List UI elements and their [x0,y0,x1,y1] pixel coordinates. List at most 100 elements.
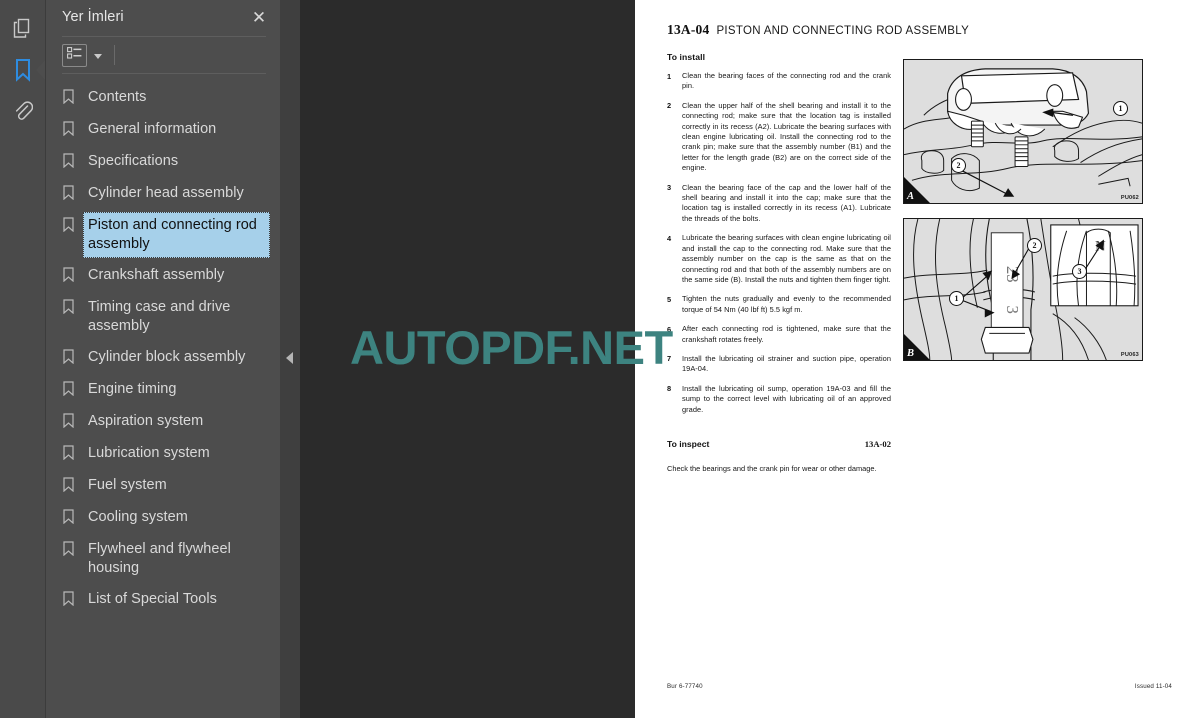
list-item-label: Piston and connecting rod assembly [83,212,270,258]
list-item[interactable]: Cylinder head assembly [46,180,280,208]
instruction-step: 1 Clean the bearing faces of the connecti… [667,71,891,92]
list-options-button[interactable] [62,43,87,67]
list-item[interactable]: Cooling system [46,504,280,532]
list-item[interactable]: Specifications [46,148,280,176]
bookmark-list[interactable]: Contents General information Specification… [46,74,280,718]
step-text: Clean the upper half of the shell bearin… [682,100,891,173]
pdf-viewer-window: Yer İmleri ✕ Contents General information… [0,0,1200,718]
bookmark-icon [63,376,83,396]
step-text: After each connecting rod is tightened, … [682,324,891,344]
list-item[interactable]: Timing case and drive assembly [46,294,280,340]
step-text: Lubricate the bearing surfaces with clea… [682,233,891,284]
list-item[interactable]: Engine timing [46,376,280,404]
bookmark-icon [63,262,83,282]
chevron-left-icon[interactable] [286,352,293,364]
figure-a-letter: A [907,191,915,202]
bookmark-icon [63,344,83,364]
list-item-label: Specifications [88,153,179,169]
list-item-label: Engine timing [88,381,177,397]
list-item[interactable]: Contents [46,84,280,112]
figure-a-callout-2: 2 [951,158,966,173]
document-viewer[interactable]: 13A-04 PISTON AND CONNECTING ROD ASSEMBL… [300,0,1200,718]
pdf-page: 13A-04 PISTON AND CONNECTING ROD ASSEMBL… [635,0,1200,718]
list-item-label: Cylinder block assembly [88,349,246,365]
bookmark-icon [63,84,83,104]
step-text: Clean the bearing face of the cap and th… [682,182,891,223]
list-item[interactable]: Piston and connecting rod assembly [46,212,280,258]
list-item[interactable]: Aspiration system [46,408,280,436]
list-item-label: Fuel system [88,477,167,493]
step-text: Clean the bearing faces of the connectin… [682,71,891,91]
chevron-down-icon[interactable] [94,53,102,59]
list-item[interactable]: Lubrication system [46,440,280,468]
bookmark-icon [63,440,83,460]
svg-text:3: 3 [1003,306,1022,314]
list-item-label: Timing case and drive assembly [88,299,231,334]
list-item[interactable]: List of Special Tools [46,586,280,614]
list-item[interactable]: General information [46,116,280,144]
list-item-label: General information [88,121,217,137]
install-heading: To install [667,52,706,62]
step-number: 5 [667,294,672,304]
footer-right: Issued 11-04 [1134,683,1172,690]
bookmarks-toolbar [46,37,280,73]
sidebar-item-pages-thumbnails[interactable] [0,8,45,49]
pages-thumbnails-icon [13,18,33,39]
instructions-column: To install 1 Clean the bearing faces of t… [667,52,891,474]
step-number: 2 [667,101,672,111]
step-number: 6 [667,324,672,334]
bookmark-icon [63,536,83,556]
step-number: 7 [667,354,672,364]
figure-b-illustration: 2 3 3 [904,219,1142,360]
list-item-label: Cylinder head assembly [88,185,244,201]
page-footer: Bur 6-77740 Issued 11-04 [667,683,1172,690]
figure-a-callout-1: 1 [1113,101,1128,116]
figure-b-callout-1: 1 [949,291,964,306]
attachments-icon [13,100,33,122]
list-item-label: Lubrication system [88,445,210,461]
sidebar-splitter[interactable] [280,0,300,718]
figure-a-code: PU062 [1120,195,1139,201]
bookmark-icon [63,294,83,314]
step-text: Tighten the nuts gradually and evenly to… [682,294,891,314]
list-item-label: List of Special Tools [88,591,217,607]
sidebar-item-bookmarks[interactable] [0,49,45,90]
figure-b: 2 3 3 [903,218,1143,361]
sidebar-item-attachments[interactable] [0,90,45,131]
navigation-rail [0,0,45,718]
watermark: AUTOPDF.NET [350,321,673,374]
step-text: Install the lubricating oil sump, operat… [682,383,891,414]
step-number: 3 [667,183,672,193]
instruction-step: 2 Clean the upper half of the shell beari… [667,101,891,174]
list-item[interactable]: Crankshaft assembly [46,262,280,290]
step-number: 4 [667,233,672,243]
instruction-step: 5 Tighten the nuts gradually and evenly t… [667,294,891,315]
bookmark-icon [63,212,83,232]
figures-column: 1 2 A PU062 3 1 2 3 B PU063 [903,52,1143,474]
inspect-section-header: To inspect 13A-02 [667,439,891,449]
bookmark-icon [63,116,83,136]
bookmark-icon [63,408,83,428]
inspect-reference: 13A-02 [864,438,891,449]
footer-left: Bur 6-77740 [667,683,703,690]
page-title: 13A-04 PISTON AND CONNECTING ROD ASSEMBL… [667,22,1172,38]
list-item-label: Flywheel and flywheel housing [88,541,231,576]
list-options-icon [67,46,82,64]
list-item-label: Cooling system [88,509,188,525]
figure-b-callout-2: 2 [1027,238,1042,253]
close-icon[interactable]: ✕ [248,6,270,28]
instruction-step: 8 Install the lubricating oil sump, opera… [667,384,891,415]
bookmarks-panel-header: Yer İmleri ✕ [46,0,280,34]
toolbar-separator [114,45,115,65]
panel-title: Yer İmleri [62,9,124,25]
list-item-label: Contents [88,89,147,105]
list-item[interactable]: Fuel system [46,472,280,500]
list-item-label: Crankshaft assembly [88,267,225,283]
operation-title: PISTON AND CONNECTING ROD ASSEMBLY [716,25,970,37]
inspect-heading: To inspect [667,438,710,449]
operation-number: 13A-04 [667,22,710,37]
list-item[interactable]: Cylinder block assembly [46,344,280,372]
bookmarks-icon [14,58,32,82]
bookmarks-panel: Yer İmleri ✕ Contents General information… [45,0,280,718]
list-item[interactable]: Flywheel and flywheel housing [46,536,280,582]
